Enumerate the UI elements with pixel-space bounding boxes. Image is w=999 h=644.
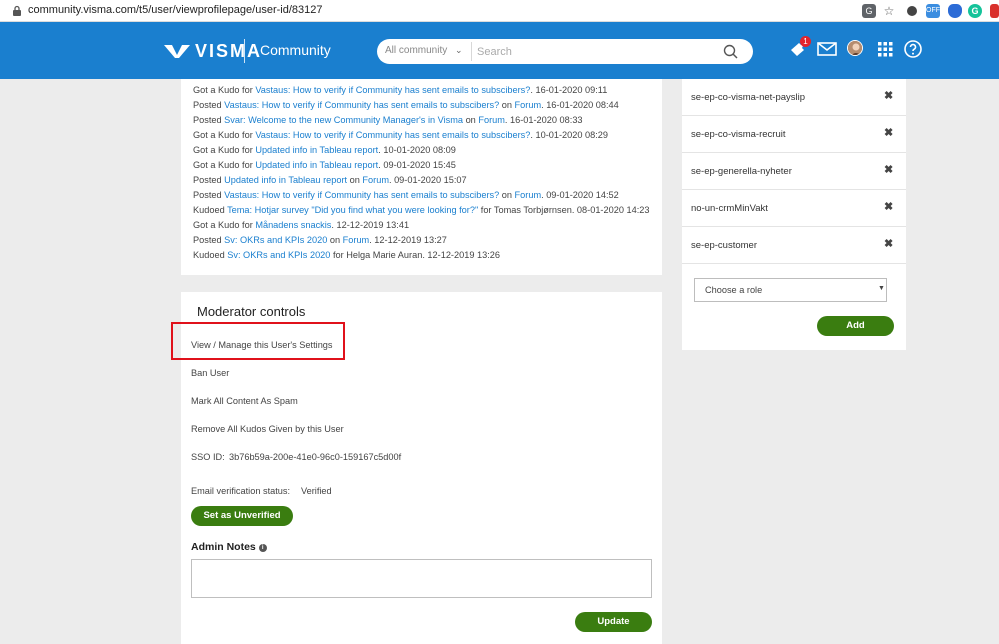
role-item: se-ep-generella-nyheter ✖ — [682, 153, 906, 190]
role-label: se-ep-generella-nyheter — [691, 166, 792, 177]
forum-link[interactable]: Forum — [515, 190, 542, 200]
set-unverified-button[interactable]: Set as Unverified — [191, 506, 293, 526]
lock-icon — [13, 5, 21, 16]
extension-circle-icon[interactable] — [907, 6, 917, 16]
search-scope-select[interactable]: All community — [385, 45, 447, 56]
forum-link[interactable]: Forum — [343, 235, 370, 245]
chevron-down-icon[interactable]: ⌄ — [455, 45, 463, 56]
role-item: se-ep-customer ✖ — [682, 227, 906, 264]
translate-icon[interactable]: G — [862, 4, 876, 18]
activity-item: Got a Kudo for Månadens snackis. 12-12-2… — [193, 220, 410, 230]
mail-icon[interactable] — [816, 38, 838, 60]
avatar[interactable] — [847, 40, 863, 56]
add-role-button[interactable]: Add — [817, 316, 894, 336]
role-label: se-ep-customer — [691, 240, 757, 251]
visma-logo-mark-icon — [164, 45, 190, 58]
apps-grid-icon[interactable] — [874, 38, 896, 60]
activity-item: Got a Kudo for Vastaus: How to verify if… — [193, 85, 608, 95]
browser-address-bar: community.visma.com/t5/user/viewprofilep… — [0, 0, 999, 22]
admin-notes-textarea[interactable] — [191, 559, 652, 598]
role-item: se-ep-co-visma-recruit ✖ — [682, 116, 906, 153]
moderator-controls-panel: Moderator controls View / Manage this Us… — [171, 292, 662, 644]
remove-role-icon[interactable]: ✖ — [884, 237, 893, 250]
activity-item: Posted Vastaus: How to verify if Communi… — [193, 190, 619, 200]
extension-off-icon[interactable]: OFF — [926, 4, 940, 18]
remove-role-icon[interactable]: ✖ — [884, 126, 893, 139]
remove-role-icon[interactable]: ✖ — [884, 89, 893, 102]
sso-id-value: 3b76b59a-200e-41e0-96c0-159167c5d00f — [229, 452, 402, 462]
info-icon[interactable]: i — [258, 544, 267, 552]
url-text[interactable]: community.visma.com/t5/user/viewprofilep… — [28, 4, 322, 16]
header-divider — [244, 39, 245, 63]
remove-role-icon[interactable]: ✖ — [884, 163, 893, 176]
mark-spam-link[interactable]: Mark All Content As Spam — [191, 396, 298, 406]
activity-link[interactable]: Sv: OKRs and KPIs 2020 — [227, 250, 330, 260]
email-verification-value: Verified — [301, 486, 332, 496]
ban-user-link[interactable]: Ban User — [191, 368, 229, 378]
activity-item: Got a Kudo for Updated info in Tableau r… — [193, 160, 456, 170]
help-icon[interactable] — [902, 38, 924, 60]
admin-notes-heading: Admin Notes i — [191, 541, 267, 553]
choose-role-select[interactable]: Choose a role ▼ — [694, 278, 887, 302]
activity-item: Posted Svar: Welcome to the new Communit… — [193, 115, 583, 125]
activity-item: Posted Sv: OKRs and KPIs 2020 on Forum. … — [193, 235, 447, 245]
activity-item: Posted Vastaus: How to verify if Communi… — [193, 100, 619, 110]
grammarly-icon[interactable]: G — [968, 4, 982, 18]
forum-link[interactable]: Forum — [515, 100, 542, 110]
activity-link[interactable]: Vastaus: How to verify if Community has … — [255, 130, 530, 140]
activity-item: Kudoed Sv: OKRs and KPIs 2020 for Helga … — [193, 250, 500, 260]
site-header: VISMA Community All community ⌄ 1 — [0, 22, 999, 79]
forum-link[interactable]: Forum — [478, 115, 505, 125]
activity-link[interactable]: Vastaus: How to verify if Community has … — [255, 85, 530, 95]
activity-link[interactable]: Updated info in Tableau report — [255, 160, 378, 170]
update-button[interactable]: Update — [575, 612, 652, 632]
extension-red-icon[interactable] — [990, 4, 999, 18]
notification-badge: 1 — [800, 36, 811, 47]
sso-id-label: SSO ID: — [191, 452, 225, 462]
activity-item: Got a Kudo for Updated info in Tableau r… — [193, 145, 456, 155]
role-label: se-ep-co-visma-recruit — [691, 129, 786, 140]
star-icon[interactable]: ☆ — [882, 4, 896, 18]
activity-item: Kudoed Tema: Hotjar survey "Did you find… — [193, 205, 650, 215]
activity-link[interactable]: Månadens snackis — [255, 220, 331, 230]
email-verification-label: Email verification status: — [191, 486, 291, 496]
activity-link[interactable]: Updated info in Tableau report — [224, 175, 347, 185]
search-input[interactable] — [477, 42, 717, 61]
visma-logo[interactable]: VISMA — [164, 40, 262, 62]
activity-item: Posted Updated info in Tableau report on… — [193, 175, 467, 185]
logo-text: VISMA — [195, 40, 263, 61]
activity-link[interactable]: Vastaus: How to verify if Community has … — [224, 100, 499, 110]
community-title[interactable]: Community — [260, 42, 331, 58]
roles-panel: se-ep-co-visma-net-payslip ✖ se-ep-co-vi… — [682, 79, 906, 350]
remove-role-icon[interactable]: ✖ — [884, 200, 893, 213]
role-item: no-un-crmMinVakt ✖ — [682, 190, 906, 227]
activity-link[interactable]: Sv: OKRs and KPIs 2020 — [224, 235, 327, 245]
activity-link[interactable]: Tema: Hotjar survey "Did you find what y… — [227, 205, 478, 215]
manage-user-settings-link[interactable]: View / Manage this User's Settings — [191, 340, 333, 350]
activity-link[interactable]: Vastaus: How to verify if Community has … — [224, 190, 499, 200]
avatar-image — [848, 41, 862, 55]
remove-kudos-link[interactable]: Remove All Kudos Given by this User — [191, 424, 344, 434]
activity-link[interactable]: Updated info in Tableau report — [255, 145, 378, 155]
forum-link[interactable]: Forum — [362, 175, 389, 185]
role-label: se-ep-co-visma-net-payslip — [691, 92, 806, 103]
search-bar: All community ⌄ — [377, 39, 753, 64]
choose-role-placeholder: Choose a role — [705, 285, 763, 295]
role-label: no-un-crmMinVakt — [691, 203, 768, 214]
activity-link[interactable]: Svar: Welcome to the new Community Manag… — [224, 115, 463, 125]
admin-notes-label: Admin Notes — [191, 541, 256, 553]
activity-item: Got a Kudo for Vastaus: How to verify if… — [193, 130, 609, 140]
extension-shield-icon[interactable] — [948, 4, 962, 18]
search-scope-divider — [471, 42, 472, 61]
recent-activity-panel: Got a Kudo for Vastaus: How to verify if… — [181, 79, 662, 275]
search-icon[interactable] — [723, 44, 738, 59]
caret-down-icon: ▼ — [878, 285, 885, 292]
moderator-controls-title: Moderator controls — [197, 304, 306, 319]
role-item: se-ep-co-visma-net-payslip ✖ — [682, 79, 906, 116]
